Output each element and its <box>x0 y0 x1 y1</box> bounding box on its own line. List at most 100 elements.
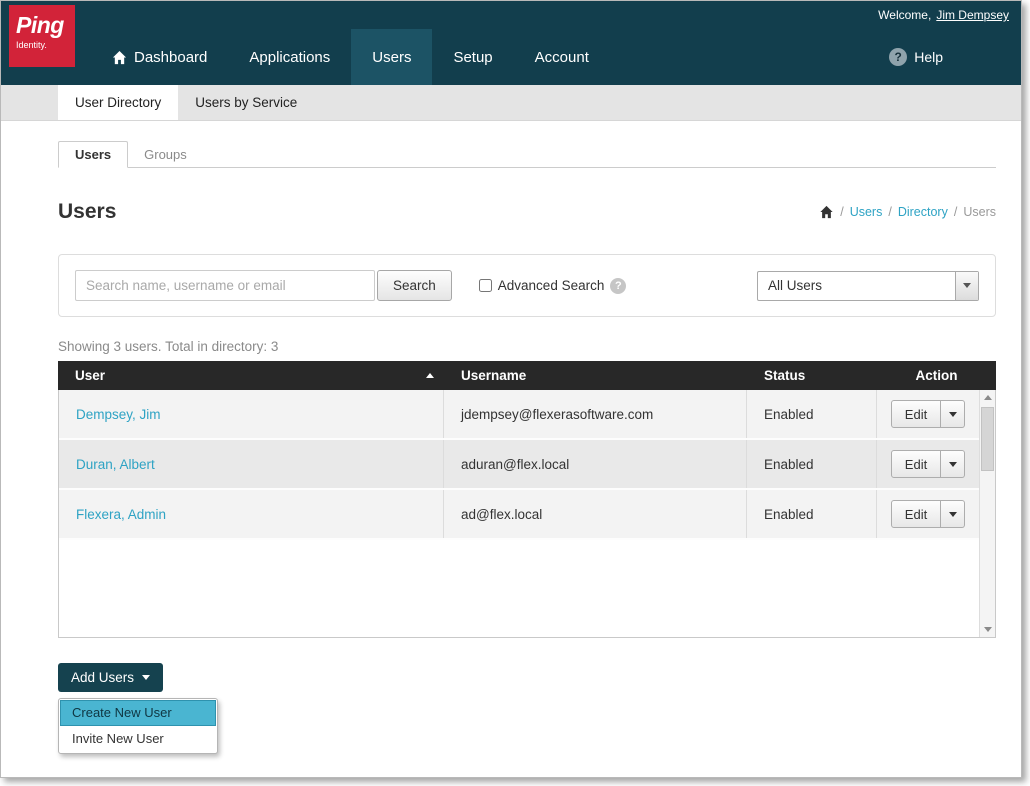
tab-user-directory-label: User Directory <box>75 95 161 110</box>
breadcrumb-directory-link[interactable]: Directory <box>898 205 948 219</box>
scrollbar-thumb[interactable] <box>981 407 994 471</box>
table-row: Flexera, Admin ad@flex.local Enabled Edi… <box>59 490 979 540</box>
edit-button[interactable]: Edit <box>891 400 941 428</box>
nav-account[interactable]: Account <box>514 29 610 85</box>
add-users-menu: Create New User Invite New User <box>58 698 218 754</box>
add-users-section: Add Users Create New User Invite New Use… <box>58 663 996 754</box>
logo-text: Ping <box>16 12 75 39</box>
menu-item-invite-new-user[interactable]: Invite New User <box>60 726 216 752</box>
directory-tab-strip: User Directory Users by Service <box>1 85 1021 121</box>
scrollbar-down-arrow[interactable] <box>980 622 995 637</box>
cell-user: Dempsey, Jim <box>59 390 444 438</box>
table-row: Dempsey, Jim jdempsey@flexerasoftware.co… <box>59 390 979 440</box>
breadcrumb-users-link[interactable]: Users <box>850 205 883 219</box>
chevron-down-icon <box>949 462 957 467</box>
search-panel: Search Advanced Search ? All Users <box>58 254 996 317</box>
chevron-down-icon <box>949 512 957 517</box>
nav-setup[interactable]: Setup <box>432 29 513 85</box>
cell-username: aduran@flex.local <box>444 440 747 488</box>
edit-button[interactable]: Edit <box>891 450 941 478</box>
help-icon: ? <box>889 48 907 66</box>
column-header-username[interactable]: Username <box>444 368 747 383</box>
cell-user: Duran, Albert <box>59 440 444 488</box>
user-filter-value: All Users <box>758 272 955 300</box>
nav-setup-label: Setup <box>453 49 492 66</box>
user-filter-select[interactable]: All Users <box>757 271 979 301</box>
table-scrollbar[interactable] <box>979 390 995 637</box>
user-link[interactable]: Flexera, Admin <box>76 507 166 522</box>
cell-action: Edit <box>877 490 979 538</box>
tab-users[interactable]: Users <box>58 141 128 168</box>
add-users-label: Add Users <box>71 670 134 685</box>
user-link[interactable]: Dempsey, Jim <box>76 407 161 422</box>
cell-username: ad@flex.local <box>444 490 747 538</box>
menu-item-create-new-user[interactable]: Create New User <box>60 700 216 726</box>
nav-users[interactable]: Users <box>351 29 432 85</box>
nav-account-label: Account <box>535 49 589 66</box>
chevron-down-icon <box>949 412 957 417</box>
page-content: Users Groups Users Users Directory Users… <box>1 141 1021 754</box>
breadcrumb-separator <box>840 205 843 219</box>
breadcrumb-separator <box>954 205 957 219</box>
tab-groups[interactable]: Groups <box>128 141 203 167</box>
advanced-search-checkbox[interactable] <box>479 279 492 292</box>
nav-dashboard-label: Dashboard <box>134 49 207 66</box>
edit-dropdown-button[interactable] <box>941 450 965 478</box>
nav-applications[interactable]: Applications <box>228 29 351 85</box>
ping-identity-logo[interactable]: Ping Identity. <box>9 5 75 67</box>
user-link[interactable]: Duran, Albert <box>76 457 155 472</box>
tab-users-by-service-label: Users by Service <box>195 95 297 110</box>
tab-users-by-service[interactable]: Users by Service <box>178 85 314 120</box>
breadcrumb-home-icon[interactable] <box>819 205 834 219</box>
column-header-action: Action <box>877 368 996 383</box>
table-header-row: User Username Status Action <box>58 361 996 390</box>
users-table: User Username Status Action Dempsey, Jim… <box>58 361 996 638</box>
help-button[interactable]: ? Help <box>889 29 943 85</box>
advanced-search-help-icon[interactable]: ? <box>610 278 626 294</box>
search-button[interactable]: Search <box>377 270 452 301</box>
edit-dropdown-button[interactable] <box>941 400 965 428</box>
results-summary: Showing 3 users. Total in directory: 3 <box>58 339 996 354</box>
nav-applications-label: Applications <box>249 49 330 66</box>
cell-status: Enabled <box>747 440 877 488</box>
column-header-user-label: User <box>75 368 105 383</box>
tab-user-directory[interactable]: User Directory <box>58 85 178 120</box>
cell-status: Enabled <box>747 390 877 438</box>
nav-users-label: Users <box>372 49 411 66</box>
column-header-user[interactable]: User <box>58 368 444 383</box>
logo-subtext: Identity. <box>16 40 75 50</box>
page-header: Users Users Directory Users <box>58 200 996 224</box>
table-row: Duran, Albert aduran@flex.local Enabled … <box>59 440 979 490</box>
cell-user: Flexera, Admin <box>59 490 444 538</box>
table-rows: Dempsey, Jim jdempsey@flexerasoftware.co… <box>59 390 979 540</box>
home-icon <box>112 50 127 65</box>
sort-ascending-icon <box>426 373 434 378</box>
edit-split-button: Edit <box>891 500 965 528</box>
help-label: Help <box>914 49 943 65</box>
advanced-search-label: Advanced Search <box>498 278 605 293</box>
edit-split-button: Edit <box>891 450 965 478</box>
chevron-down-icon <box>963 283 971 288</box>
table-body: Dempsey, Jim jdempsey@flexerasoftware.co… <box>58 390 996 638</box>
top-welcome-bar: Welcome, Jim Dempsey <box>1 1 1021 29</box>
nav-items: Dashboard Applications Users Setup Accou… <box>91 29 610 85</box>
column-header-status[interactable]: Status <box>747 368 877 383</box>
scrollbar-up-arrow[interactable] <box>980 390 995 405</box>
cell-status: Enabled <box>747 490 877 538</box>
chevron-down-icon <box>142 675 150 680</box>
app-window: Welcome, Jim Dempsey Ping Identity. Dash… <box>0 0 1022 778</box>
breadcrumb-separator <box>888 205 891 219</box>
edit-button[interactable]: Edit <box>891 500 941 528</box>
cell-action: Edit <box>877 390 979 438</box>
add-users-button[interactable]: Add Users <box>58 663 163 692</box>
breadcrumb: Users Directory Users <box>819 205 996 219</box>
current-user-link[interactable]: Jim Dempsey <box>936 8 1009 22</box>
search-input[interactable] <box>75 270 375 301</box>
advanced-search: Advanced Search ? <box>479 278 627 294</box>
main-nav-bar: Ping Identity. Dashboard Applications Us… <box>1 29 1021 85</box>
nav-dashboard[interactable]: Dashboard <box>91 29 228 85</box>
page-title: Users <box>58 200 116 224</box>
edit-split-button: Edit <box>891 400 965 428</box>
cell-username: jdempsey@flexerasoftware.com <box>444 390 747 438</box>
edit-dropdown-button[interactable] <box>941 500 965 528</box>
